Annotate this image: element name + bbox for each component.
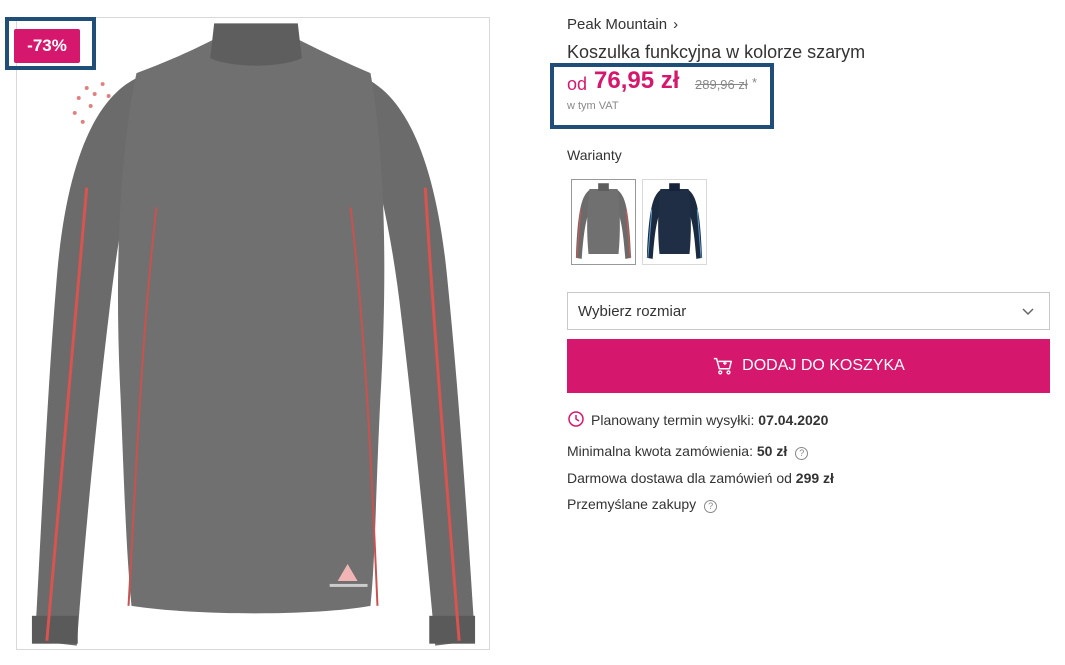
shipping-info: Planowany termin wysyłki: 07.04.2020: [567, 410, 828, 428]
min-order-label: Minimalna kwota zamówienia:: [567, 443, 753, 459]
min-order-info: Minimalna kwota zamówienia: 50 zł?: [567, 443, 809, 460]
brand-label: Peak Mountain: [567, 16, 668, 33]
add-to-cart-label: DODAJ DO KOSZYKA: [742, 357, 905, 374]
free-shipping-info: Darmowa dostawa dla zamówień od 299 zł: [567, 470, 834, 486]
min-order-value: 50 zł: [756, 443, 788, 459]
brand-link[interactable]: Peak Mountain ›: [567, 16, 678, 33]
variants-label: Warianty: [567, 147, 622, 163]
chevron-down-icon: [1022, 308, 1034, 316]
shipping-label: Planowany termin wysyłki:: [591, 412, 755, 428]
price-from-label: od: [567, 74, 588, 94]
vat-note: w tym VAT: [567, 100, 619, 112]
variant-navy-thumbnail: [646, 183, 703, 259]
free-shipping-value: 299 zł: [795, 470, 834, 486]
discount-badge: -73%: [14, 29, 80, 63]
variant-gray-thumbnail: [575, 183, 632, 259]
shipping-date: 07.04.2020: [758, 412, 829, 428]
help-icon[interactable]: ?: [795, 447, 809, 460]
cart-icon: [713, 357, 733, 375]
add-to-cart-button[interactable]: DODAJ DO KOSZYKA: [567, 339, 1050, 393]
size-select-label: Wybierz rozmiar: [578, 303, 687, 320]
shirt-image: [31, 23, 476, 646]
product-image[interactable]: [16, 17, 490, 650]
size-select[interactable]: Wybierz rozmiar: [567, 292, 1050, 330]
clock-icon: [568, 411, 584, 427]
chevron-right-icon: ›: [673, 16, 679, 33]
product-title: Koszulka funkcyjna w kolorze szarym: [567, 42, 866, 62]
help-icon[interactable]: ?: [704, 500, 718, 513]
thoughtful-label: Przemyślane zakupy: [567, 496, 697, 512]
free-shipping-label: Darmowa dostawa dla zamówień od: [567, 470, 792, 486]
variant-navy[interactable]: [642, 179, 707, 265]
thoughtful-shopping-info: Przemyślane zakupy?: [567, 496, 718, 513]
price-old-asterisk: *: [752, 75, 758, 90]
variant-gray[interactable]: [571, 179, 636, 265]
price-old: 289,96 zł: [695, 77, 748, 92]
price-current: 76,95 zł: [594, 67, 680, 94]
